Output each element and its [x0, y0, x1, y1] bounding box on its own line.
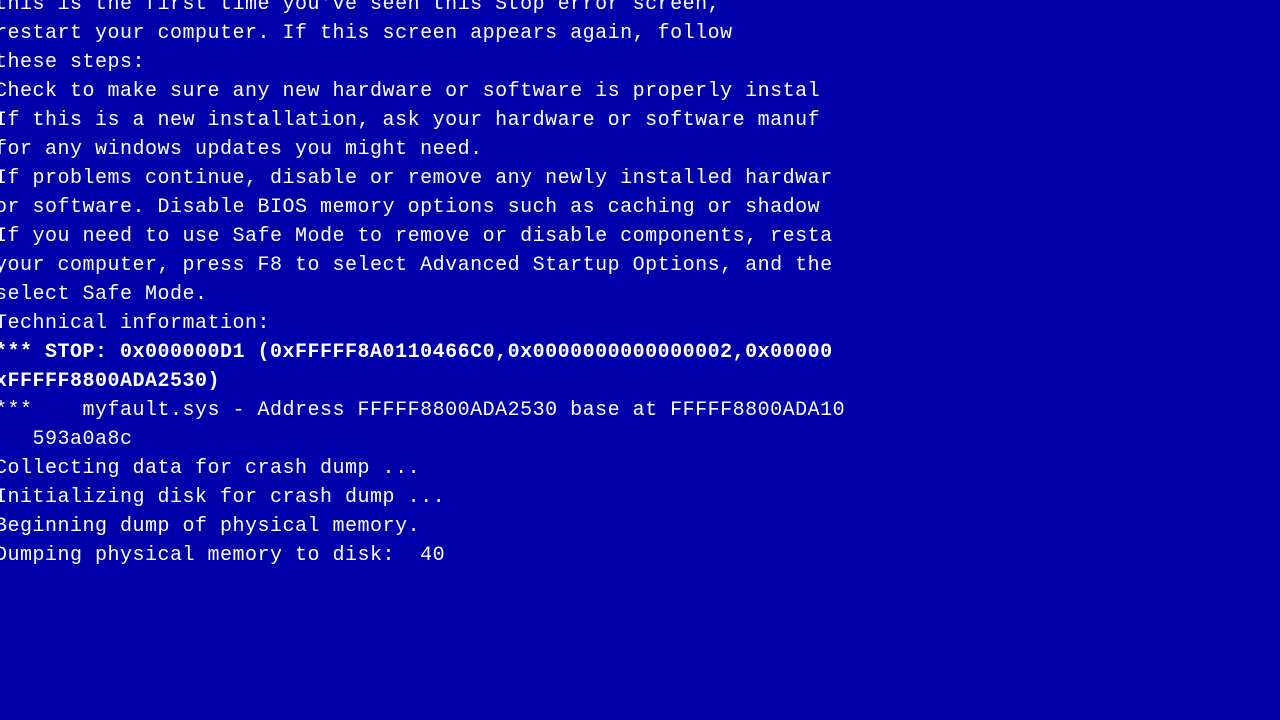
bsod-line-11: If you need to use Safe Mode to remove o…	[0, 222, 845, 251]
bsod-line-13: select Safe Mode.	[0, 280, 845, 309]
bsod-line-27: Beginning dump of physical memory.	[0, 512, 845, 541]
bsod-line-28: Dumping physical memory to disk: 40	[0, 541, 845, 570]
bsod-line-25: Collecting data for crash dump ...	[0, 454, 845, 483]
bsod-line-7: for any windows updates you might need.	[0, 135, 845, 164]
bsod-line-5: Check to make sure any new hardware or s…	[0, 77, 845, 106]
bsod-line-15: Technical information:	[0, 309, 845, 338]
bsod-line-2: restart your computer. If this screen ap…	[0, 19, 845, 48]
bsod-line-21: *** myfault.sys - Address FFFFF8800ADA25…	[0, 396, 845, 425]
bsod-line-17: *** STOP: 0x000000D1 (0xFFFFF8A0110466C0…	[0, 338, 845, 367]
bsod-line-22: 593a0a8c	[0, 425, 845, 454]
bsod-line-3: these steps:	[0, 48, 845, 77]
bsod-line-1: this is the first time you've seen this …	[0, 0, 845, 19]
bsod-line-18: xFFFFF8800ADA2530)	[0, 367, 845, 396]
bsod-line-6: If this is a new installation, ask your …	[0, 106, 845, 135]
bsod-text-block: this is the first time you've seen this …	[0, 0, 845, 570]
bsod-line-9: If problems continue, disable or remove …	[0, 164, 845, 193]
bsod-screen: this is the first time you've seen this …	[0, 0, 1280, 720]
bsod-line-10: or software. Disable BIOS memory options…	[0, 193, 845, 222]
bsod-line-12: your computer, press F8 to select Advanc…	[0, 251, 845, 280]
bsod-line-26: Initializing disk for crash dump ...	[0, 483, 845, 512]
